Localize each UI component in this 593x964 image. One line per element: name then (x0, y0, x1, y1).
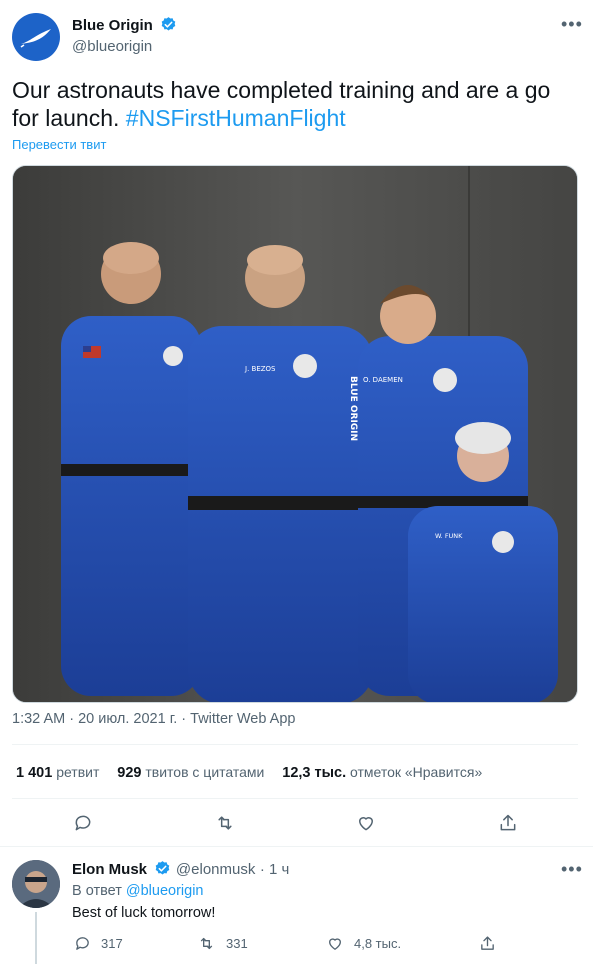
reply-reply-count: 317 (101, 936, 123, 951)
in-reply-prefix: В ответ (72, 883, 122, 899)
tweet-text: Our astronauts have completed training a… (12, 76, 572, 132)
verified-badge-icon (161, 17, 176, 31)
feather-logo-icon (20, 29, 51, 48)
likes-stat[interactable]: 12,3 тыс. отметок «Нравится» (282, 764, 482, 781)
share-icon (481, 936, 494, 950)
divider (12, 744, 578, 745)
reply-text: Best of luck tomorrow! (72, 905, 216, 921)
in-reply-handle[interactable]: @blueorigin (126, 883, 204, 899)
tweet-photo[interactable]: J. BEZOS BLUE ORIGIN O. DAEMEN W. FUNK (12, 165, 578, 703)
reply-time[interactable]: · 1 ч (260, 861, 290, 878)
front-suit-tag: W. FUNK (435, 532, 463, 540)
like-icon (329, 938, 341, 950)
tweet-timestamp[interactable]: 1:32 AM · 20 июл. 2021 г. · Twitter Web … (12, 711, 295, 727)
reply-share-action[interactable] (479, 935, 496, 952)
more-icon[interactable]: ••• (561, 859, 583, 880)
reply-icon[interactable] (71, 811, 95, 835)
elon-musk-avatar[interactable] (12, 860, 60, 908)
translate-link[interactable]: Перевести твит (12, 137, 106, 152)
reply-author-handle[interactable]: @elonmusk (176, 861, 255, 878)
reply-like-count: 4,8 тыс. (354, 936, 402, 951)
quotes-stat[interactable]: 929 твитов с цитатами (117, 764, 264, 781)
reply-retweet-action[interactable]: 331 (197, 935, 248, 952)
author-block: Blue Origin @blueorigin (72, 16, 177, 55)
right-suit-tag: O. DAEMEN (363, 376, 403, 384)
astronauts-photo: J. BEZOS BLUE ORIGIN O. DAEMEN W. FUNK (13, 166, 577, 702)
reply-icon (76, 937, 89, 950)
retweets-stat[interactable]: 1 401 ретвит (16, 764, 99, 781)
avatar-image (12, 860, 60, 908)
thread-line (35, 912, 37, 964)
verified-badge-icon (156, 861, 170, 875)
more-icon[interactable]: ••• (561, 14, 583, 35)
reply-author-name[interactable]: Elon Musk (72, 861, 147, 878)
divider (0, 846, 593, 847)
author-handle[interactable]: @blueorigin (72, 38, 177, 55)
author-name[interactable]: Blue Origin (72, 17, 153, 34)
retweet-icon[interactable] (213, 811, 237, 835)
hashtag-link[interactable]: #NSFirstHumanFlight (126, 105, 346, 131)
blue-origin-avatar[interactable] (12, 13, 60, 61)
in-reply-to: В ответ @blueorigin (72, 883, 204, 899)
reply-reply-action[interactable]: 317 (74, 935, 123, 952)
center-suit-tag: J. BEZOS (244, 365, 276, 373)
retweet-icon (200, 937, 213, 950)
tweet-stats: 1 401 ретвит 929 твитов с цитатами 12,3 … (16, 764, 482, 781)
reply-header: Elon Musk @elonmusk · 1 ч (72, 860, 289, 879)
share-icon[interactable] (496, 811, 520, 835)
reply-retweet-count: 331 (226, 936, 248, 951)
like-icon[interactable] (354, 811, 378, 835)
reply-like-action[interactable]: 4,8 тыс. (326, 935, 401, 952)
center-brand-text: BLUE ORIGIN (348, 376, 358, 441)
divider (12, 798, 578, 799)
